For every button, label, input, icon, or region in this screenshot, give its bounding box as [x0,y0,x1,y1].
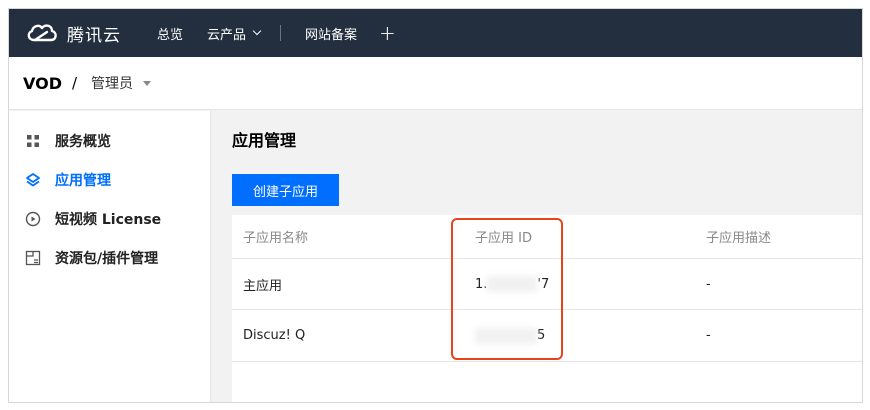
column-header-description: 子应用描述 [706,231,772,246]
redacted-id [487,276,538,292]
caret-down-icon[interactable] [143,80,152,86]
table-row[interactable]: 主应用 1. '7 - [232,259,862,310]
sub-app-table: 子应用名称 子应用 ID 子应用描述 主应用 1. '7 - Discuz! Q… [232,215,862,402]
table-row[interactable]: Discuz! Q 5 - [232,310,862,362]
sidebar-item-label: 应用管理 [55,172,111,189]
breadcrumb: VOD / 管理员 [9,57,862,110]
nav-overview[interactable]: 总览 [157,24,183,43]
sidebar: 服务概览 应用管理 短视频 License 资源包/插件管理 [9,111,211,402]
breadcrumb-product[interactable]: VOD [23,74,62,93]
app-name-cell: 主应用 [243,278,283,294]
sidebar-item-app-management[interactable]: 应用管理 [9,160,210,199]
sidebar-item-short-video-license[interactable]: 短视频 License [9,199,210,238]
package-icon [25,250,41,266]
app-description-cell: - [706,276,711,292]
breadcrumb-separator: / [71,74,78,92]
column-header-id: 子应用 ID [475,231,532,246]
role-selector[interactable]: 管理员 [91,73,133,93]
app-id-visible-end: '7 [537,276,550,292]
top-navigation: 腾讯云 总览 云产品 网站备案 + [9,9,862,57]
sidebar-item-label: 短视频 License [55,211,162,228]
nav-products[interactable]: 云产品 [207,24,262,43]
main-content: 应用管理 创建子应用 子应用名称 子应用 ID 子应用描述 主应用 1. '7 … [212,111,862,402]
app-window: 腾讯云 总览 云产品 网站备案 + VOD / 管理员 服务概览 应用管理 短视… [8,8,863,403]
layers-icon [25,172,41,188]
brand-name: 腾讯云 [67,25,121,46]
sidebar-item-resource-packages[interactable]: 资源包/插件管理 [9,238,210,277]
brand-logo[interactable]: 腾讯云 [25,21,121,46]
nav-products-label: 云产品 [207,27,247,43]
sidebar-item-label: 资源包/插件管理 [55,250,159,267]
app-name-cell: Discuz! Q [243,328,306,343]
app-id-visible-end: 5 [537,328,546,343]
app-id-cell[interactable]: 5 [475,310,545,361]
app-id-cell[interactable]: 1. '7 [475,259,549,309]
app-description-cell: - [706,328,711,343]
grid-icon [25,133,41,149]
column-header-name: 子应用名称 [243,231,309,246]
sidebar-item-label: 服务概览 [55,133,111,150]
sidebar-item-overview[interactable]: 服务概览 [9,121,210,160]
chevron-down-icon [252,26,262,36]
add-shortcut-icon[interactable]: + [379,23,396,43]
create-sub-app-button[interactable]: 创建子应用 [232,174,339,206]
table-header-row: 子应用名称 子应用 ID 子应用描述 [232,215,862,259]
page-title: 应用管理 [232,131,297,150]
nav-divider [280,25,282,41]
cloud-logo-icon [27,24,57,42]
play-circle-icon [25,211,41,227]
redacted-id [475,327,537,344]
nav-icp-filing[interactable]: 网站备案 [305,24,357,43]
app-id-visible-start: 1. [475,276,488,292]
